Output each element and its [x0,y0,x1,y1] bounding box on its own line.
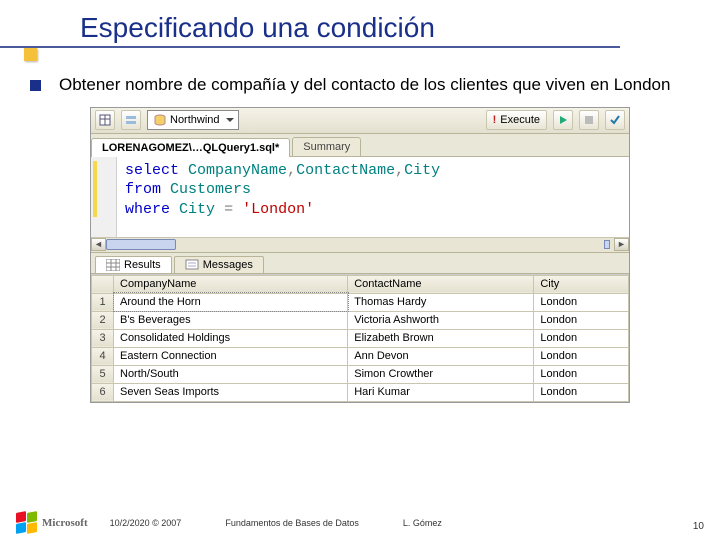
slide-number: 10 [693,521,704,532]
messages-tab-label: Messages [203,259,253,271]
microsoft-logo: Microsoft [16,512,88,534]
results-grid[interactable]: CompanyName ContactName City 1 Around th… [91,274,629,402]
slide-footer: Microsoft 10/2/2020 © 2007 Fundamentos d… [0,512,720,534]
rownum-header [92,275,114,293]
database-icon [154,114,166,126]
editor-horizontal-scrollbar[interactable]: ◄ ► [91,237,629,252]
messages-icon [185,259,199,271]
toolbar-button-2[interactable] [121,110,141,130]
title-accent-square [24,48,37,61]
toolbar-run-button[interactable] [553,110,573,130]
stop-icon [583,114,595,126]
col-companyname[interactable]: CompanyName [114,275,348,293]
table-row[interactable]: 4 Eastern Connection Ann Devon London [92,347,629,365]
footer-author: L. Gómez [403,518,442,528]
table-row[interactable]: 1 Around the Horn Thomas Hardy London [92,293,629,311]
table-icon [99,114,111,126]
bullet-text: Obtener nombre de compañía y del contact… [59,74,670,97]
grid-header-row: CompanyName ContactName City [92,275,629,293]
microsoft-wordmark: Microsoft [42,517,88,529]
execute-label: Execute [500,114,540,126]
windows-flag-icon [16,512,38,534]
slide-title-area: Especificando una condición [0,0,720,48]
toolbar-button-1[interactable] [95,110,115,130]
col-city[interactable]: City [534,275,629,293]
tab-messages[interactable]: Messages [174,256,264,273]
sql-editor[interactable]: select CompanyName,ContactName,City from… [91,157,629,253]
col-contactname[interactable]: ContactName [348,275,534,293]
check-icon [609,114,621,126]
table-row[interactable]: 2 B's Beverages Victoria Ashworth London [92,311,629,329]
tab-summary[interactable]: Summary [292,137,361,156]
database-selector[interactable]: Northwind [147,110,239,130]
play-icon [557,114,569,126]
tab-results[interactable]: Results [95,256,172,273]
database-name: Northwind [170,114,220,126]
results-tab-label: Results [124,259,161,271]
table-row[interactable]: 6 Seven Seas Imports Hari Kumar London [92,383,629,401]
scroll-right-arrow[interactable]: ► [614,238,629,251]
document-tabstrip: LORENAGOMEZ\…QLQuery1.sql* Summary [91,134,629,157]
results-grid-icon [106,259,120,271]
table-row[interactable]: 3 Consolidated Holdings Elizabeth Brown … [92,329,629,347]
change-marker [93,161,97,217]
scroll-left-arrow[interactable]: ◄ [91,238,106,251]
execute-bang-icon: ! [493,114,497,126]
table-row[interactable]: 5 North/South Simon Crowther London [92,365,629,383]
toolbar-stop-button[interactable] [579,110,599,130]
slide-title: Especificando una condición [80,12,720,44]
bullet-row: Obtener nombre de compañía y del contact… [0,48,720,107]
scroll-thumb[interactable] [106,239,176,250]
toolbar-check-button[interactable] [605,110,625,130]
toolbar: Northwind ! Execute [91,108,629,134]
execute-button[interactable]: ! Execute [486,110,547,130]
options-icon [125,114,137,126]
result-tabstrip: Results Messages [91,253,629,274]
ssms-screenshot: Northwind ! Execute LORENAGOMEZ\…QLQuery… [90,107,630,403]
sql-code: select CompanyName,ContactName,City from… [91,157,629,220]
bullet-marker [30,80,41,91]
tab-query[interactable]: LORENAGOMEZ\…QLQuery1.sql* [91,138,290,157]
footer-date: 10/2/2020 © 2007 [110,518,182,528]
title-underline [0,46,620,48]
footer-course: Fundamentos de Bases de Datos [225,518,359,528]
